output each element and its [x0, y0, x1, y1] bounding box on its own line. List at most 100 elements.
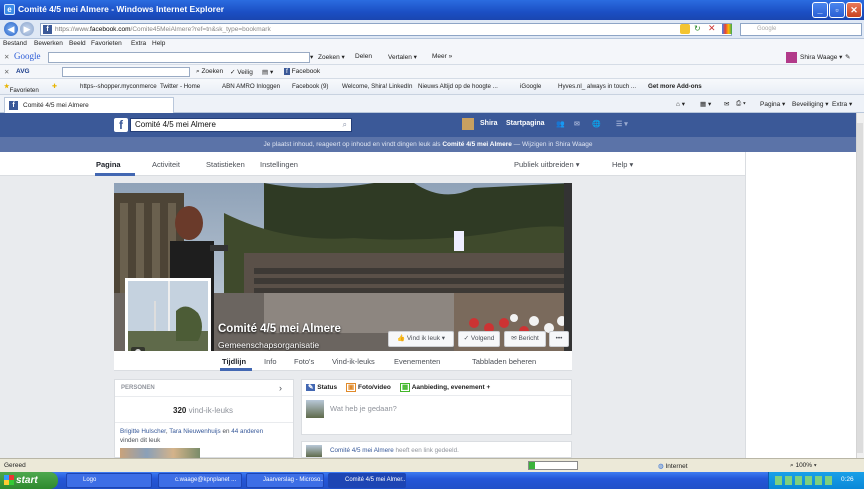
friend-requests-icon[interactable]: 👥 [556, 120, 565, 128]
fav-item[interactable]: Get more Add-ons [648, 83, 702, 90]
facebook-search-input[interactable]: Comité 4/5 mei Almere ⌕ [130, 118, 352, 132]
tab-photos[interactable]: Foto's [294, 357, 314, 366]
tab-activity[interactable]: Activiteit [152, 160, 180, 169]
scrollbar-thumb[interactable] [857, 123, 863, 453]
share-button[interactable]: Delen [355, 53, 372, 60]
notice-switch-link[interactable]: — Wijzigen in Shira Waage [512, 141, 593, 148]
fav-item[interactable]: Twitter - Home [160, 83, 200, 90]
menu-file[interactable]: Bestand [3, 40, 27, 47]
home-link[interactable]: Startpagina [506, 120, 545, 127]
dropdown-icon[interactable]: ▾ [310, 53, 313, 61]
taskbar-item[interactable]: Jaarverslag - Microso... [246, 473, 324, 488]
chevron-right-icon[interactable]: › [279, 383, 282, 393]
menu-view[interactable]: Beeld [69, 40, 86, 47]
lock-icon[interactable] [680, 24, 690, 34]
menu-help[interactable]: Help [152, 40, 165, 47]
tab-settings[interactable]: Instellingen [260, 160, 298, 169]
avg-search-input[interactable] [62, 67, 190, 77]
tab-likes[interactable]: Vind-ik-leuks [332, 357, 375, 366]
taskbar-item[interactable]: Logo [66, 473, 152, 488]
favorites-button[interactable]: ★ Favorieten [4, 83, 39, 94]
mail-icon[interactable]: ✉ [724, 100, 729, 108]
avatar[interactable] [786, 52, 797, 63]
add-favorite-icon[interactable]: ✚ [52, 83, 57, 90]
offer-tab[interactable]: ▦ Aanbieding, evenement + [400, 383, 490, 392]
status-tab[interactable]: ✎ Status [306, 383, 337, 391]
taskbar-item[interactable]: c.waage@kpnplanet ... [158, 473, 242, 488]
minimize-button[interactable]: _ [812, 2, 828, 18]
tab-events[interactable]: Evenementen [394, 357, 440, 366]
menu-favorites[interactable]: Favorieten [91, 40, 122, 47]
address-bar[interactable]: f https://www.facebook.com/Comite45MeiAl… [40, 23, 732, 36]
others-link[interactable]: 44 anderen [231, 428, 263, 435]
clock[interactable]: 0:26 [841, 476, 854, 483]
like-button[interactable]: 👍 Vind ik leuk ▾ [388, 331, 454, 347]
refresh-icon[interactable]: ↻ [694, 24, 701, 33]
back-button[interactable]: ◀ [4, 22, 18, 36]
menu-tools[interactable]: Extra [131, 40, 146, 47]
friend-thumbnails[interactable] [120, 448, 200, 458]
tab-insights[interactable]: Statistieken [206, 160, 245, 169]
security-zone[interactable]: ◍ Internet [658, 462, 688, 470]
menu-edit[interactable]: Bewerken [34, 40, 63, 47]
tab-manage-tabs[interactable]: Tabbladen beheren [472, 357, 536, 366]
tools-menu[interactable]: Extra ▾ [832, 100, 852, 108]
home-icon[interactable]: ⌂ ▾ [676, 100, 685, 108]
stop-icon[interactable]: ✕ [708, 23, 716, 34]
profile-link[interactable]: Shira [480, 120, 498, 127]
fav-item[interactable]: https--shopper.myconmerce [80, 83, 157, 90]
translate-button[interactable]: Vertalen ▾ [388, 53, 417, 61]
settings-icon[interactable]: ☰ ▾ [616, 120, 628, 128]
search-input[interactable]: Google [740, 23, 862, 36]
google-search-provider-icon[interactable] [722, 24, 732, 34]
tab-timeline[interactable]: Tijdlijn [222, 357, 246, 366]
photo-tab[interactable]: ▣ Foto/video [346, 383, 391, 392]
fav-item[interactable]: Nieuws Altijd op de hoogte ... [418, 83, 498, 90]
search-icon[interactable]: ⌕ [343, 119, 347, 131]
fav-item[interactable]: Welcome, Shira! LinkedIn [342, 83, 412, 90]
notice-page-name[interactable]: Comité 4/5 mei Almere [442, 141, 511, 148]
taskbar-item-active[interactable]: Comité 4/5 mei Almer... [328, 473, 406, 488]
fav-item[interactable]: Facebook (9) [292, 83, 328, 90]
post-author-link[interactable]: Comité 4/5 mei Almere [330, 447, 394, 454]
friend-link[interactable]: Tara Nieuwenhuijs [169, 428, 220, 435]
tray-icons[interactable] [775, 476, 835, 485]
tab-info[interactable]: Info [264, 357, 277, 366]
close-toolbar-icon[interactable]: ✕ [4, 68, 9, 76]
avg-menu-icon[interactable]: ▤ ▾ [262, 68, 273, 76]
close-button[interactable]: ✕ [846, 2, 862, 18]
friend-link[interactable]: Brigitte Hulscher [120, 428, 166, 435]
avatar[interactable] [462, 118, 474, 130]
tab-page[interactable]: Pagina [96, 160, 121, 169]
avg-facebook-button[interactable]: f Facebook [284, 68, 320, 75]
tab-active[interactable]: f Comité 4/5 mei Almere [4, 97, 174, 113]
more-options-button[interactable]: ••• [549, 331, 569, 347]
fav-item[interactable]: Hyves.nl_ always in touch ... [558, 83, 636, 90]
fav-item[interactable]: ABN AMRO Inloggen [222, 83, 280, 90]
wrench-icon[interactable]: ✎ [845, 53, 850, 61]
print-icon[interactable]: ⎙ ▾ [736, 100, 746, 108]
notifications-icon[interactable]: 🌐 [592, 120, 601, 128]
page-menu[interactable]: Pagina ▾ [760, 100, 785, 108]
fav-item[interactable]: iGoogle [520, 83, 541, 90]
messages-icon[interactable]: ✉ [574, 120, 580, 128]
message-button[interactable]: ✉ Bericht [504, 331, 546, 347]
google-search-input[interactable] [48, 52, 310, 63]
forward-button[interactable]: ▶ [20, 22, 34, 36]
google-search-button[interactable]: Zoeken ▾ [318, 53, 345, 61]
window-title-bar[interactable]: e Comité 4/5 mei Almere - Windows Intern… [0, 0, 864, 20]
account-button[interactable]: Shira Waage ▾ [800, 53, 842, 61]
avg-search-button[interactable]: ⌕ Zoeken [196, 68, 223, 76]
safety-menu[interactable]: Beveiliging ▾ [792, 100, 829, 108]
page-category[interactable]: Gemeenschapsorganisatie [218, 340, 319, 350]
promote-menu[interactable]: Publiek uitbreiden ▾ [514, 160, 579, 169]
feeds-icon[interactable]: ▦ ▾ [700, 100, 711, 108]
zoom-control[interactable]: ⌕ 100% ▾ [790, 462, 817, 470]
composer-input[interactable]: Wat heb je gedaan? [330, 404, 397, 413]
more-button[interactable]: Meer » [432, 53, 452, 60]
following-button[interactable]: ✓ Volgend [458, 331, 500, 347]
facebook-logo-icon[interactable]: f [114, 118, 128, 132]
close-toolbar-icon[interactable]: ✕ [4, 53, 9, 61]
avg-safe-button[interactable]: ✓ Veilig [230, 68, 253, 76]
maximize-button[interactable]: ▫ [829, 2, 845, 18]
